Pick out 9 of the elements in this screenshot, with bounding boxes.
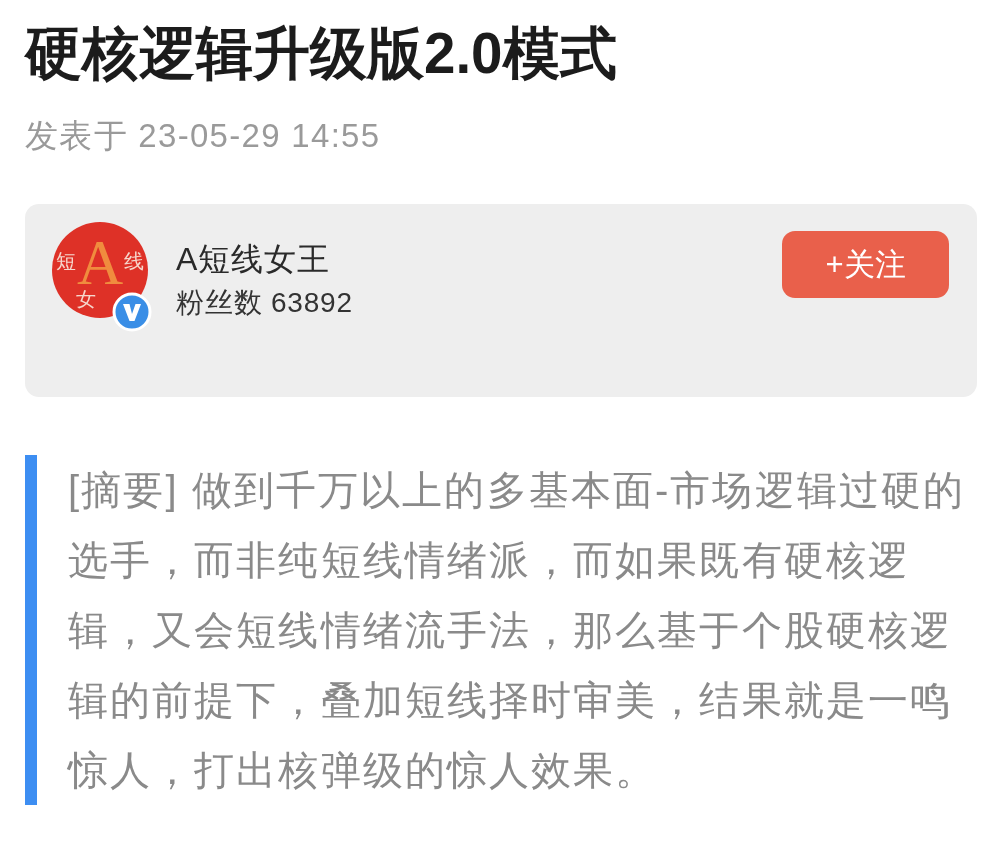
avatar-character: 短 [56,250,76,272]
follower-count: 粉丝数 63892 [176,287,353,319]
avatar-letter: A [77,240,123,286]
author-name[interactable]: A短线女王 [176,239,331,279]
publish-time: 发表于 23-05-29 14:55 [25,116,381,156]
summary-text: [摘要] 做到千万以上的多基本面-市场逻辑过硬的选手，而非纯短线情绪派，而如果既有硬核逻辑，又会短线情绪流手法，那么基于个股硬核逻辑的前提下，叠加短线择时审美，结果就是一鸣惊人，打出核弹级的惊人效果。 [68,467,967,794]
avatar-character: 女 [76,288,96,310]
avatar-character: 线 [124,250,144,272]
article-title: 硬核逻辑升级版2.0模式 [25,21,617,87]
